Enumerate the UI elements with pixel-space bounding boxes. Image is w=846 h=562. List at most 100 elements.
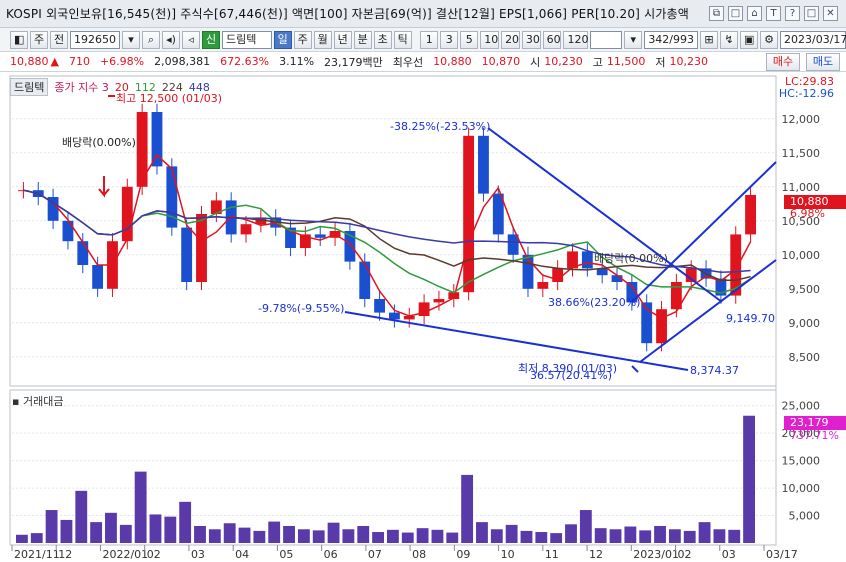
code-dropdown-icon[interactable]: ▾ [122,30,140,49]
x-tick-label: 2023/01 [633,548,679,561]
candle-body [92,265,104,289]
interval-60[interactable]: 60 [542,30,562,49]
volume-panel [9,389,777,546]
sell-button[interactable]: 매도 [806,53,840,71]
volume-bar [194,525,206,543]
date-field[interactable]: 2023/03/17 [780,30,846,49]
ask-price: 10,880 [433,55,472,68]
price-tick-label: 11,000 [782,181,821,194]
volume-bar [639,530,652,543]
layout-icon[interactable]: ◧ [10,30,28,49]
prefix-button[interactable]: 전 [50,30,68,49]
volume-bar [698,522,711,543]
current-price: 10,880 [10,55,49,68]
volume-bar [268,521,281,543]
high-price: 11,500 [606,55,646,68]
save-icon[interactable]: ▣ [740,30,759,49]
candle-body [121,186,133,242]
crosshair-icon[interactable]: ⊞ [700,30,719,49]
stock-name-field[interactable]: 드림텍 [222,30,272,49]
link-icon[interactable]: ⧉ [709,6,724,21]
annotation-dividend-2: 배당락(0.00%) [594,252,668,265]
interval-10[interactable]: 10 [480,30,500,49]
annotation-trend-1: 9,149.70 [726,312,775,325]
up-arrow-icon: ▲ [50,55,59,68]
high-label: 고 [592,55,603,69]
volume-bar [668,529,681,543]
interval-dropdown-icon[interactable]: ▾ [624,30,643,49]
candle-body [181,227,193,282]
volume-bar [342,529,355,543]
annotation-trend-2: 8,374.37 [690,364,739,377]
annotation-dividend: 배당락(0.00%) [62,136,136,149]
interval-3[interactable]: 3 [440,30,459,49]
candle-body [77,241,89,265]
best-quote-label: 최우선 [392,55,424,69]
volume-pct-tag: 737.71% [790,429,839,442]
panel-icon[interactable]: □ [728,6,743,21]
price-tick-label: 9,500 [789,283,821,296]
buy-button[interactable]: 매수 [766,53,800,71]
bid-price: 10,870 [481,55,521,68]
x-tick-label: 2022/01 [102,548,148,561]
home-icon[interactable]: ⌂ [747,6,762,21]
period-minute-tab[interactable]: 분 [353,30,372,49]
close-icon[interactable]: ✕ [823,6,838,21]
volume-bar [119,524,132,543]
interval-input[interactable] [589,30,623,49]
market-select[interactable]: 주 [30,30,48,49]
page-counter: 342/993 [644,30,699,49]
prev-stock-icon[interactable]: ◃ [182,30,200,49]
volume-bar [45,510,58,543]
candle-body [478,135,489,194]
volume-bar [372,532,384,543]
volume-bar [579,510,592,543]
volume-bar [357,525,370,543]
volume-bar [550,533,563,543]
interval-30[interactable]: 30 [521,30,541,49]
lc-hc-readout: LC:29.83 HC:-12.96 [779,76,834,100]
maximize-icon[interactable]: □ [804,6,819,21]
font-icon[interactable]: T [766,6,781,21]
period-tick-tab[interactable]: 틱 [393,30,412,49]
period-week-tab[interactable]: 주 [293,30,312,49]
chart-toolbar: ◧ 주 전 192650 ▾ ⌕ ◂) ◃ 신 드림텍 일 주 월 년 분 초 … [0,28,846,52]
volume-bar [283,525,295,543]
settings-icon[interactable]: ⚙ [760,30,779,49]
period-second-tab[interactable]: 초 [373,30,392,49]
annotation-mid-pct: 38.66%(23.20%) [548,296,641,309]
trend-icon[interactable]: ↯ [720,30,739,49]
volume-bar [16,534,28,543]
volume-bar [312,530,325,543]
period-year-tab[interactable]: 년 [333,30,352,49]
period-month-tab[interactable]: 월 [313,30,332,49]
candle-body [374,299,385,313]
volume-bar [401,532,414,543]
volume-bar [105,512,117,543]
interval-20[interactable]: 20 [501,30,520,49]
price-tick-label: 11,500 [782,147,821,160]
period-day-tab[interactable]: 일 [273,30,292,49]
annotation-low-pct: 36.57(20.41%) [530,369,613,382]
interval-5[interactable]: 5 [460,30,479,49]
volume-tick-label: 15,000 [782,455,821,468]
price-change: 710 [68,55,90,68]
search-icon[interactable]: ⌕ [142,30,160,49]
x-tick-label: 09 [456,548,470,561]
x-tick-label: 10 [501,548,515,561]
candle-body [745,194,756,235]
volume-bar [490,529,503,543]
help-icon[interactable]: ? [785,6,800,21]
price-change-pct: +6.98% [99,55,145,68]
current-pct-tag: 6.98% [790,207,825,220]
volume-bar [446,532,459,543]
volume-bar [594,528,607,543]
hc-value: HC:-12.96 [778,87,834,100]
stock-code-input[interactable]: 192650 [70,30,120,49]
sound-icon[interactable]: ◂) [162,30,180,49]
interval-120[interactable]: 120 [563,30,588,49]
interval-1[interactable]: 1 [420,30,439,49]
volume-legend: ▪ 거래대금 [12,393,63,409]
candle-body [196,214,207,282]
candle-body [136,112,148,187]
